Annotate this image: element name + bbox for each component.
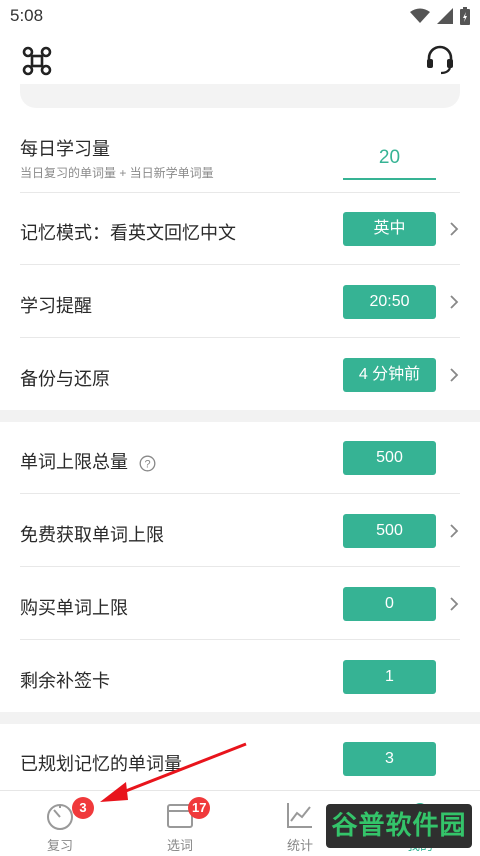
word-limit-total-row: 单词上限总量 ? 500 xyxy=(0,422,480,494)
section-gap xyxy=(0,410,480,422)
annotation-arrow xyxy=(100,742,247,802)
free-limit-value[interactable]: 500 xyxy=(343,514,436,548)
status-time: 5:08 xyxy=(10,6,44,25)
battery-icon xyxy=(460,7,470,25)
study-reminder-label: 学习提醒 xyxy=(20,296,92,316)
watermark-logo: 谷普软件园 xyxy=(326,804,472,848)
daily-amount-sublabel: 当日复习的单词量 + 当日新学单词量 xyxy=(20,166,214,180)
buy-limit-value[interactable]: 0 xyxy=(343,587,436,621)
svg-text:?: ? xyxy=(144,458,150,470)
memory-mode-value[interactable]: 英中 xyxy=(343,212,436,246)
daily-amount-underline xyxy=(343,178,436,180)
headset-icon[interactable] xyxy=(424,44,456,76)
top-bar xyxy=(0,34,480,90)
backup-restore-row[interactable]: 备份与还原 4 分钟前 xyxy=(0,339,480,411)
study-reminder-row[interactable]: 学习提醒 20:50 xyxy=(0,266,480,338)
memory-mode-row[interactable]: 记忆模式：看英文回忆中文 英中 xyxy=(0,193,480,265)
line-chart-icon xyxy=(287,803,312,828)
divider xyxy=(20,493,460,494)
question-circle-icon[interactable]: ? xyxy=(139,455,156,472)
command-icon[interactable] xyxy=(22,46,52,76)
daily-amount-label: 每日学习量 xyxy=(20,139,110,159)
divider xyxy=(20,639,460,640)
chevron-right-icon xyxy=(450,368,459,382)
makeup-card-row: 剩余补签卡 1 xyxy=(0,641,480,713)
chevron-right-icon xyxy=(450,295,459,309)
chevron-right-icon xyxy=(450,524,459,538)
chevron-right-icon xyxy=(450,222,459,236)
chevron-right-icon xyxy=(450,597,459,611)
divider xyxy=(20,264,460,265)
previous-card-edge xyxy=(20,84,460,108)
word-limit-total-value: 500 xyxy=(343,441,436,475)
backup-restore-value[interactable]: 4 分钟前 xyxy=(343,358,436,392)
status-bar: 5:08 xyxy=(0,0,480,34)
tab-select-words-label: 选词 xyxy=(166,838,193,853)
buy-limit-row[interactable]: 购买单词上限 0 xyxy=(0,568,480,640)
free-limit-row[interactable]: 免费获取单词上限 500 xyxy=(0,495,480,567)
cell-signal-icon xyxy=(437,8,453,24)
word-limit-total-label-wrap: 单词上限总量 ? xyxy=(20,448,156,474)
divider xyxy=(20,566,460,567)
daily-amount-row: 每日学习量 当日复习的单词量 + 当日新学单词量 20 xyxy=(0,121,480,193)
status-icons xyxy=(410,7,470,25)
planned-words-value: 3 xyxy=(343,742,436,776)
makeup-card-label: 剩余补签卡 xyxy=(20,671,110,691)
divider xyxy=(20,337,460,338)
free-limit-label: 免费获取单词上限 xyxy=(20,525,164,545)
backup-restore-label: 备份与还原 xyxy=(20,369,110,389)
memory-mode-label: 记忆模式：看英文回忆中文 xyxy=(20,223,236,243)
wifi-icon xyxy=(410,8,430,23)
tab-review-label: 复习 xyxy=(46,838,73,853)
buy-limit-label: 购买单词上限 xyxy=(20,598,128,618)
daily-amount-input[interactable]: 20 xyxy=(343,147,436,169)
study-reminder-value[interactable]: 20:50 xyxy=(343,285,436,319)
makeup-card-value: 1 xyxy=(343,660,436,694)
word-limit-total-label: 单词上限总量 xyxy=(20,452,128,472)
section-gap xyxy=(0,712,480,724)
